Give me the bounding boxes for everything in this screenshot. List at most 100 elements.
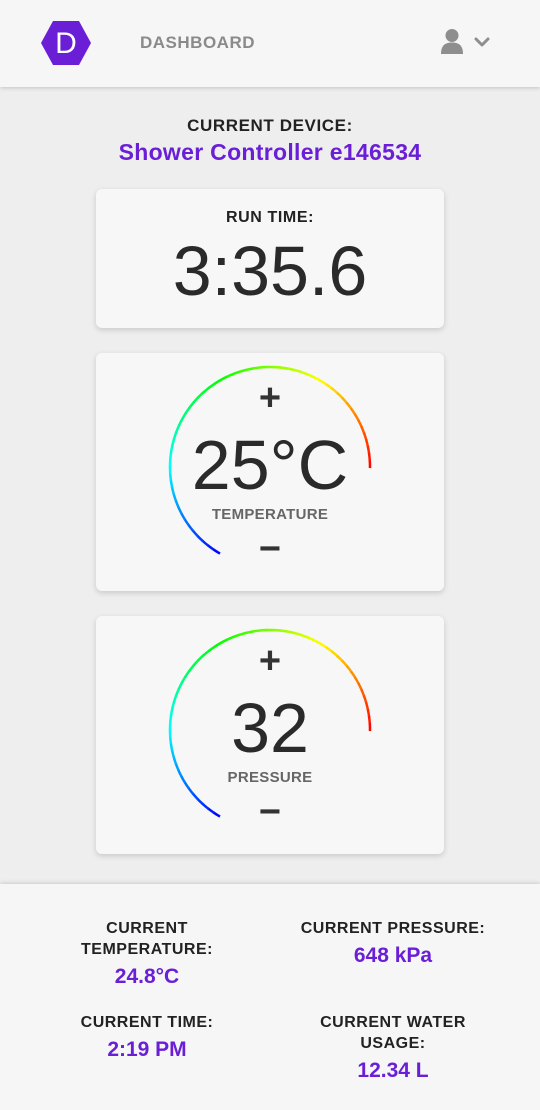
gauge-arc-segment: [196, 534, 204, 543]
pressure-setpoint-value: 32: [231, 689, 309, 767]
gauge-arc-segment: [245, 367, 254, 372]
current-pressure-label: CURRENT PRESSURE:: [300, 920, 486, 937]
gauge-arc-segment: [252, 629, 261, 633]
gauge-arc-segment: [319, 379, 328, 386]
current-temperature-value: 24.8°C: [114, 965, 180, 988]
gauge-arc-segment: [187, 524, 195, 533]
gauge-arc-segment: [330, 650, 339, 658]
gauge-arc-segment: [319, 642, 328, 649]
gauge-arc-segment: [196, 797, 204, 806]
gauge-arc-segment: [212, 811, 221, 818]
gauge-arc-segment: [188, 401, 196, 409]
pressure-dial-card: + 32 PRESSURE −: [96, 616, 444, 854]
current-water-usage-label-line1: CURRENT WATER: [320, 1014, 466, 1031]
gauge-arc-segment: [273, 628, 282, 632]
gauge-arc-segment: [191, 529, 199, 538]
status-footer: CURRENT TEMPERATURE: 24.8°C CURRENT PRES…: [0, 884, 540, 1110]
gauge-arc-segment: [202, 386, 211, 394]
temperature-dial-label: TEMPERATURE: [211, 506, 329, 523]
gauge-arc-segment: [201, 539, 210, 547]
gauge-arc-segment: [353, 413, 360, 422]
gauge-arc-segment: [300, 370, 309, 376]
user-icon: [441, 29, 463, 54]
logo-letter: D: [55, 27, 77, 60]
gauge-arc-segment: [325, 646, 334, 653]
current-pressure-stat: CURRENT PRESSURE: 648 kPa: [278, 918, 508, 970]
gauge-arc-segment: [313, 375, 322, 383]
gauge-arc-segment: [238, 368, 248, 374]
current-water-usage-label-line2: USAGE:: [360, 1035, 426, 1052]
pressure-dial-label: PRESSURE: [227, 769, 313, 786]
gauge-arc-segment: [232, 633, 241, 639]
gauge-arc-segment: [287, 367, 296, 372]
nav-dashboard-link[interactable]: DASHBOARD: [140, 33, 255, 53]
gauge-arc-segment: [212, 548, 221, 555]
pressure-decrease-button[interactable]: −: [250, 793, 290, 831]
gauge-arc-segment: [180, 412, 187, 421]
current-time-value: 2:19 PM: [107, 1038, 187, 1061]
gauge-arc-segment: [232, 370, 241, 376]
gauge-arc-segment: [184, 669, 191, 678]
gauge-arc-segment: [293, 368, 303, 374]
gauge-arc-segment: [349, 407, 357, 416]
temperature-setpoint-value: 25°C: [191, 426, 349, 504]
gauge-arc-segment: [293, 631, 303, 637]
run-time-value: 3:35.6: [172, 232, 368, 310]
gauge-arc-segment: [206, 544, 215, 551]
gauge-arc-segment: [341, 396, 349, 405]
app-logo[interactable]: D: [40, 20, 92, 66]
current-device-label: CURRENT DEVICE:: [187, 116, 353, 135]
gauge-arc-segment: [197, 654, 205, 662]
temperature-decrease-button[interactable]: −: [250, 530, 290, 568]
gauge-arc-segment: [225, 635, 234, 642]
gauge-arc-segment: [219, 638, 228, 645]
top-nav-bar: D DASHBOARD: [0, 0, 540, 87]
gauge-arc-segment: [180, 675, 187, 684]
temperature-increase-button[interactable]: +: [250, 379, 290, 417]
gauge-arc-segment: [313, 638, 322, 646]
gauge-arc-segment: [238, 631, 248, 637]
gauge-arc-segment: [202, 649, 211, 657]
gauge-arc-segment: [349, 670, 357, 679]
current-device-name[interactable]: Shower Controller e146534: [0, 139, 540, 166]
user-menu-button[interactable]: [440, 28, 494, 58]
gauge-arc-segment: [206, 807, 215, 814]
gauge-arc-segment: [213, 641, 222, 649]
gauge-arc-segment: [306, 373, 316, 379]
gauge-arc-segment: [273, 365, 282, 369]
gauge-arc-segment: [192, 395, 200, 404]
gauge-arc-segment: [207, 382, 216, 390]
gauge-arc-segment: [213, 378, 222, 386]
current-temperature-stat: CURRENT TEMPERATURE: 24.8°C: [52, 918, 242, 991]
gauge-arc-segment: [207, 645, 216, 653]
current-time-stat: CURRENT TIME: 2:19 PM: [52, 1012, 242, 1064]
gauge-arc-segment: [259, 365, 268, 369]
gauge-arc-segment: [188, 664, 196, 672]
gauge-arc-segment: [341, 659, 349, 668]
current-temperature-label-line1: CURRENT: [106, 920, 188, 937]
gauge-arc-segment: [184, 406, 191, 415]
run-time-card: RUN TIME: 3:35.6: [96, 189, 444, 328]
logo-hexagon-icon: D: [41, 21, 91, 65]
gauge-arc-segment: [280, 366, 289, 370]
gauge-arc-segment: [187, 787, 195, 796]
gauge-arc-segment: [336, 654, 344, 663]
gauge-arc-segment: [280, 629, 289, 633]
current-water-usage-label: CURRENT WATER USAGE:: [288, 1012, 498, 1054]
main-content: CURRENT DEVICE: Shower Controller e14653…: [0, 87, 540, 884]
gauge-arc-segment: [201, 802, 210, 810]
gauge-arc-segment: [306, 636, 316, 642]
gauge-arc-segment: [192, 658, 200, 667]
gauge-arc-segment: [245, 630, 254, 635]
pressure-increase-button[interactable]: +: [250, 642, 290, 680]
current-water-usage-stat: CURRENT WATER USAGE: 12.34 L: [288, 1012, 498, 1085]
run-time-label: RUN TIME:: [225, 209, 315, 226]
gauge-arc-segment: [259, 628, 268, 632]
temperature-dial-card: + 25°C TEMPERATURE −: [96, 353, 444, 591]
gauge-arc-segment: [325, 383, 334, 390]
gauge-arc-segment: [191, 792, 199, 801]
current-temperature-label-line2: TEMPERATURE:: [81, 941, 213, 958]
gauge-arc-segment: [353, 676, 360, 685]
gauge-arc-segment: [225, 372, 234, 379]
gauge-arc-segment: [197, 391, 205, 399]
